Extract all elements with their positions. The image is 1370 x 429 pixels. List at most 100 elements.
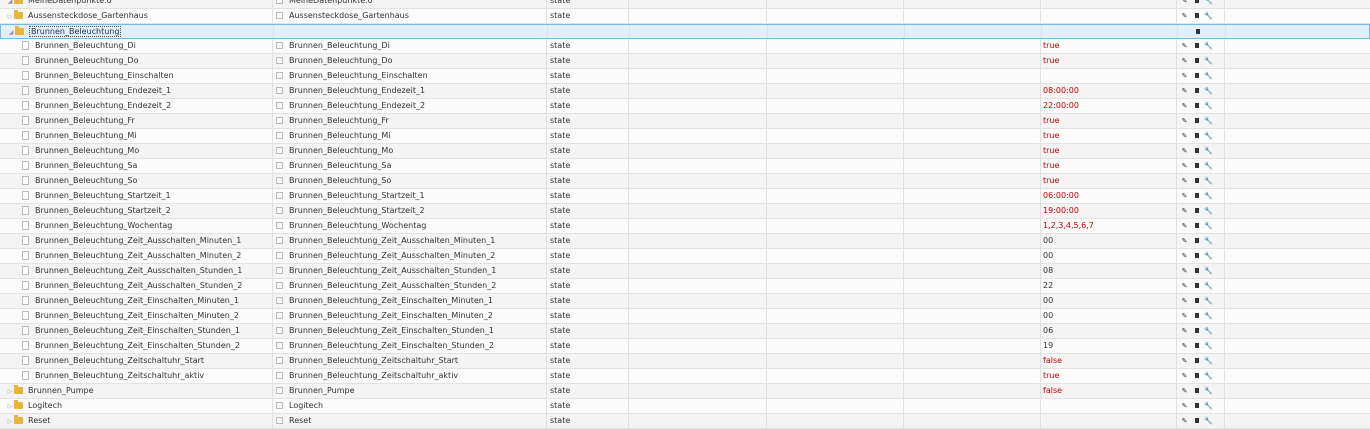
pencil-icon[interactable]: ✎ bbox=[1180, 369, 1189, 383]
pencil-icon[interactable]: ✎ bbox=[1180, 69, 1189, 83]
trash-icon[interactable] bbox=[1192, 234, 1201, 248]
tree-row[interactable]: Brunnen_Beleuchtung_Zeit_Ausschalten_Min… bbox=[0, 234, 1370, 249]
trash-icon[interactable] bbox=[1192, 69, 1201, 83]
pencil-icon[interactable]: ✎ bbox=[1180, 129, 1189, 143]
pencil-icon[interactable]: ✎ bbox=[1180, 264, 1189, 278]
state-value-cell[interactable]: true bbox=[1043, 39, 1173, 53]
expand-toggle-icon[interactable]: ▷ bbox=[6, 400, 14, 413]
tree-row[interactable]: ◢ MeineDatenpunkte.0 MeineDatenpunkte.0 sta… bbox=[0, 0, 1370, 9]
tree-row[interactable]: Brunnen_Beleuchtung_Sa Brunnen_Beleuchtun… bbox=[0, 159, 1370, 174]
tree-row[interactable]: Brunnen_Beleuchtung_So Brunnen_Beleuchtun… bbox=[0, 174, 1370, 189]
state-value-cell[interactable]: 00 bbox=[1043, 309, 1173, 323]
trash-icon[interactable] bbox=[1192, 219, 1201, 233]
wrench-icon[interactable]: 🔧 bbox=[1204, 339, 1213, 353]
tree-row[interactable]: Brunnen_Beleuchtung_Di Brunnen_Beleuchtun… bbox=[0, 39, 1370, 54]
state-value-cell[interactable]: 00 bbox=[1043, 249, 1173, 263]
tree-row[interactable]: Brunnen_Beleuchtung_Endezeit_1 Brunnen_Be… bbox=[0, 84, 1370, 99]
pencil-icon[interactable]: ✎ bbox=[1180, 339, 1189, 353]
trash-icon[interactable] bbox=[1192, 204, 1201, 218]
tree-row[interactable]: ◢ Brunnen_Beleuchtung bbox=[0, 24, 1370, 39]
pencil-icon[interactable]: ✎ bbox=[1180, 189, 1189, 203]
trash-icon[interactable] bbox=[1192, 414, 1201, 428]
trash-icon[interactable] bbox=[1192, 369, 1201, 383]
wrench-icon[interactable]: 🔧 bbox=[1204, 309, 1213, 323]
trash-icon[interactable] bbox=[1192, 339, 1201, 353]
pencil-icon[interactable]: ✎ bbox=[1180, 249, 1189, 263]
trash-icon[interactable] bbox=[1193, 25, 1202, 39]
tree-row[interactable]: Brunnen_Beleuchtung_Fr Brunnen_Beleuchtun… bbox=[0, 114, 1370, 129]
state-value-cell[interactable]: 00 bbox=[1043, 294, 1173, 308]
tree-row[interactable]: Brunnen_Beleuchtung_Zeit_Ausschalten_Stu… bbox=[0, 264, 1370, 279]
wrench-icon[interactable]: 🔧 bbox=[1204, 39, 1213, 53]
trash-icon[interactable] bbox=[1192, 39, 1201, 53]
collapse-toggle-icon[interactable]: ◢ bbox=[7, 26, 15, 39]
wrench-icon[interactable]: 🔧 bbox=[1204, 9, 1213, 23]
pencil-icon[interactable]: ✎ bbox=[1180, 384, 1189, 398]
wrench-icon[interactable]: 🔧 bbox=[1204, 399, 1213, 413]
tree-row[interactable]: Brunnen_Beleuchtung_Startzeit_2 Brunnen_B… bbox=[0, 204, 1370, 219]
trash-icon[interactable] bbox=[1192, 354, 1201, 368]
wrench-icon[interactable]: 🔧 bbox=[1204, 144, 1213, 158]
state-value-cell[interactable]: true bbox=[1043, 174, 1173, 188]
pencil-icon[interactable]: ✎ bbox=[1180, 99, 1189, 113]
trash-icon[interactable] bbox=[1192, 114, 1201, 128]
wrench-icon[interactable]: 🔧 bbox=[1204, 369, 1213, 383]
wrench-icon[interactable]: 🔧 bbox=[1204, 129, 1213, 143]
state-value-cell[interactable]: 19:00:00 bbox=[1043, 204, 1173, 218]
wrench-icon[interactable]: 🔧 bbox=[1204, 0, 1213, 8]
wrench-icon[interactable]: 🔧 bbox=[1204, 219, 1213, 233]
state-value-cell[interactable]: 06 bbox=[1043, 324, 1173, 338]
expand-toggle-icon[interactable]: ▷ bbox=[6, 10, 14, 23]
state-value-cell[interactable]: 1,2,3,4,5,6,7 bbox=[1043, 219, 1173, 233]
wrench-icon[interactable]: 🔧 bbox=[1204, 279, 1213, 293]
pencil-icon[interactable]: ✎ bbox=[1180, 9, 1189, 23]
state-value-cell[interactable]: 00 bbox=[1043, 234, 1173, 248]
trash-icon[interactable] bbox=[1192, 159, 1201, 173]
wrench-icon[interactable]: 🔧 bbox=[1204, 354, 1213, 368]
wrench-icon[interactable]: 🔧 bbox=[1204, 159, 1213, 173]
wrench-icon[interactable]: 🔧 bbox=[1204, 294, 1213, 308]
pencil-icon[interactable]: ✎ bbox=[1180, 54, 1189, 68]
trash-icon[interactable] bbox=[1192, 0, 1201, 8]
trash-icon[interactable] bbox=[1192, 189, 1201, 203]
trash-icon[interactable] bbox=[1192, 264, 1201, 278]
wrench-icon[interactable]: 🔧 bbox=[1204, 384, 1213, 398]
state-value-cell[interactable]: true bbox=[1043, 144, 1173, 158]
trash-icon[interactable] bbox=[1192, 309, 1201, 323]
tree-row[interactable]: Brunnen_Beleuchtung_Mi Brunnen_Beleuchtun… bbox=[0, 129, 1370, 144]
wrench-icon[interactable]: 🔧 bbox=[1204, 249, 1213, 263]
pencil-icon[interactable]: ✎ bbox=[1180, 219, 1189, 233]
pencil-icon[interactable]: ✎ bbox=[1180, 144, 1189, 158]
tree-row[interactable]: Brunnen_Beleuchtung_Mo Brunnen_Beleuchtun… bbox=[0, 144, 1370, 159]
pencil-icon[interactable]: ✎ bbox=[1180, 294, 1189, 308]
wrench-icon[interactable]: 🔧 bbox=[1204, 84, 1213, 98]
trash-icon[interactable] bbox=[1192, 324, 1201, 338]
pencil-icon[interactable]: ✎ bbox=[1180, 414, 1189, 428]
state-value-cell[interactable] bbox=[1043, 69, 1173, 83]
tree-row[interactable]: Brunnen_Beleuchtung_Zeit_Einschalten_Min… bbox=[0, 294, 1370, 309]
tree-row[interactable]: Brunnen_Beleuchtung_Do Brunnen_Beleuchtun… bbox=[0, 54, 1370, 69]
wrench-icon[interactable]: 🔧 bbox=[1204, 234, 1213, 248]
trash-icon[interactable] bbox=[1192, 399, 1201, 413]
tree-row[interactable]: Brunnen_Beleuchtung_Zeit_Ausschalten_Min… bbox=[0, 249, 1370, 264]
tree-row[interactable]: Brunnen_Beleuchtung_Zeit_Einschalten_Min… bbox=[0, 309, 1370, 324]
tree-row[interactable]: Brunnen_Beleuchtung_Endezeit_2 Brunnen_Be… bbox=[0, 99, 1370, 114]
pencil-icon[interactable]: ✎ bbox=[1180, 324, 1189, 338]
trash-icon[interactable] bbox=[1192, 84, 1201, 98]
tree-row[interactable]: ▷ Brunnen_Pumpe Brunnen_Pumpe state false ✎ 🔧 bbox=[0, 384, 1370, 399]
state-value-cell[interactable]: 08:00:00 bbox=[1043, 84, 1173, 98]
wrench-icon[interactable]: 🔧 bbox=[1204, 174, 1213, 188]
tree-row[interactable]: Brunnen_Beleuchtung_Wochentag Brunnen_Bel… bbox=[0, 219, 1370, 234]
pencil-icon[interactable]: ✎ bbox=[1180, 39, 1189, 53]
pencil-icon[interactable]: ✎ bbox=[1180, 84, 1189, 98]
tree-row[interactable]: Brunnen_Beleuchtung_Zeit_Einschalten_Stu… bbox=[0, 339, 1370, 354]
state-value-cell[interactable]: false bbox=[1043, 354, 1173, 368]
state-value-cell[interactable]: 22 bbox=[1043, 279, 1173, 293]
state-value-cell[interactable]: true bbox=[1043, 129, 1173, 143]
state-value-cell[interactable] bbox=[1044, 25, 1174, 39]
wrench-icon[interactable]: 🔧 bbox=[1204, 99, 1213, 113]
pencil-icon[interactable]: ✎ bbox=[1180, 234, 1189, 248]
tree-row[interactable]: ▷ Reset Reset state ✎ 🔧 bbox=[0, 414, 1370, 429]
trash-icon[interactable] bbox=[1192, 384, 1201, 398]
state-value-cell[interactable]: true bbox=[1043, 369, 1173, 383]
